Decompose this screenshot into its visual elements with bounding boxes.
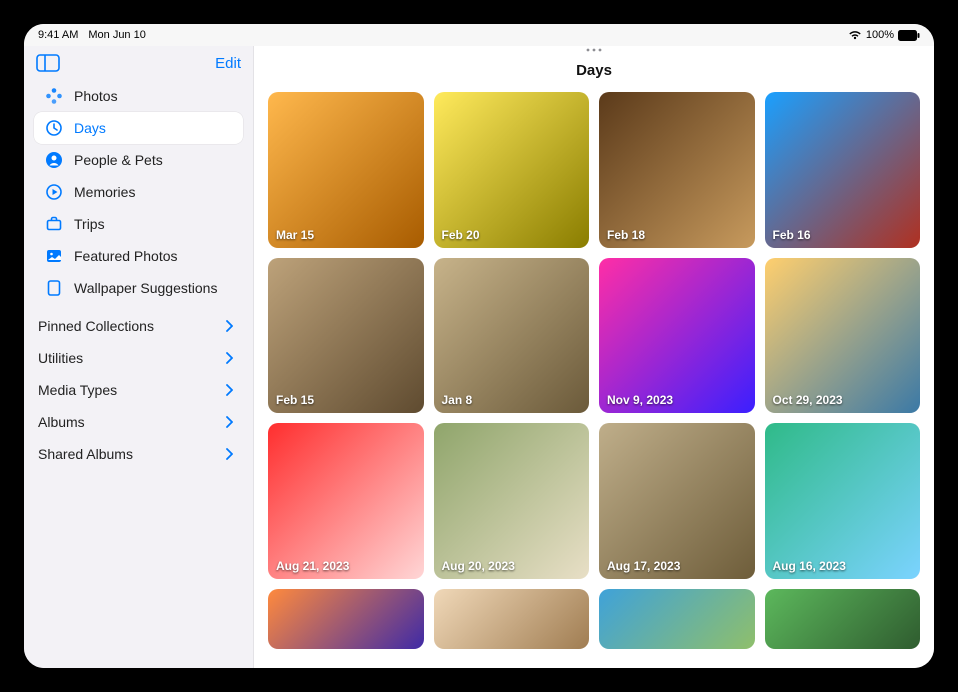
day-tile[interactable] [765, 589, 921, 649]
wifi-icon [848, 30, 862, 40]
day-tile-date: Feb 16 [773, 228, 811, 242]
sidebar-list: Photos Days People & Pets [34, 80, 243, 304]
sidebar-item-label: Photos [74, 88, 118, 104]
memories-icon [44, 182, 64, 202]
chevron-right-icon [225, 320, 237, 332]
day-tile-date: Aug 20, 2023 [442, 559, 515, 573]
day-tile-date: Aug 17, 2023 [607, 559, 680, 573]
day-tile[interactable]: Aug 17, 2023 [599, 423, 755, 579]
sidebar-group-label: Media Types [38, 382, 117, 398]
content-split: Edit Photos Days [24, 46, 934, 668]
sidebar-item-label: Wallpaper Suggestions [74, 280, 217, 296]
day-tile[interactable]: Feb 15 [268, 258, 424, 414]
sidebar-group-shared-albums[interactable]: Shared Albums [34, 438, 243, 470]
device-frame: 9:41 AM Mon Jun 10 100% E [0, 0, 958, 692]
day-tile-date: Jan 8 [442, 393, 473, 407]
day-tile[interactable]: Nov 9, 2023 [599, 258, 755, 414]
page-title: Days [576, 62, 612, 79]
sidebar-item-memories[interactable]: Memories [34, 176, 243, 208]
wallpaper-icon [44, 278, 64, 298]
day-tile[interactable]: Feb 18 [599, 92, 755, 248]
sidebar-item-wallpaper-suggestions[interactable]: Wallpaper Suggestions [34, 272, 243, 304]
days-icon [44, 118, 64, 138]
day-tile[interactable]: Mar 15 [268, 92, 424, 248]
sidebar-group-media-types[interactable]: Media Types [34, 374, 243, 406]
trips-icon [44, 214, 64, 234]
sidebar-item-days[interactable]: Days [34, 112, 243, 144]
featured-icon [44, 246, 64, 266]
sidebar-group-albums[interactable]: Albums [34, 406, 243, 438]
battery-icon [898, 30, 920, 41]
chevron-right-icon [225, 448, 237, 460]
day-tile[interactable] [599, 589, 755, 649]
grid-scroll[interactable]: Mar 15 Feb 20 Feb 18 Feb 16 Feb 15 Jan 8… [254, 86, 934, 668]
main-header: Days [254, 46, 934, 86]
status-bar: 9:41 AM Mon Jun 10 100% [24, 24, 934, 46]
people-icon [44, 150, 64, 170]
day-tile-date: Aug 16, 2023 [773, 559, 846, 573]
day-tile-date: Feb 18 [607, 228, 645, 242]
day-tile[interactable]: Aug 20, 2023 [434, 423, 590, 579]
sidebar-item-label: Trips [74, 216, 105, 232]
sidebar-item-photos[interactable]: Photos [34, 80, 243, 112]
day-tile-date: Mar 15 [276, 228, 314, 242]
status-date: Mon Jun 10 [88, 29, 145, 41]
sidebar-group-label: Shared Albums [38, 446, 133, 462]
status-time: 9:41 AM [38, 29, 78, 41]
day-tile[interactable]: Feb 20 [434, 92, 590, 248]
more-icon[interactable] [584, 46, 604, 56]
sidebar-item-people-pets[interactable]: People & Pets [34, 144, 243, 176]
sidebar-group-pinned-collections[interactable]: Pinned Collections [34, 310, 243, 342]
day-tile-date: Aug 21, 2023 [276, 559, 349, 573]
day-tile[interactable] [434, 589, 590, 649]
sidebar-edit-button[interactable]: Edit [215, 55, 241, 72]
chevron-right-icon [225, 352, 237, 364]
day-tile-date: Feb 15 [276, 393, 314, 407]
sidebar-group-label: Albums [38, 414, 85, 430]
day-tile[interactable]: Jan 8 [434, 258, 590, 414]
day-tile[interactable]: Feb 16 [765, 92, 921, 248]
sidebar-item-label: People & Pets [74, 152, 163, 168]
chevron-right-icon [225, 416, 237, 428]
day-tile[interactable] [268, 589, 424, 649]
sidebar: Edit Photos Days [24, 46, 254, 668]
sidebar-toggle-icon[interactable] [36, 54, 60, 72]
day-tile-date: Nov 9, 2023 [607, 393, 673, 407]
battery-text: 100% [866, 29, 894, 41]
sidebar-item-featured-photos[interactable]: Featured Photos [34, 240, 243, 272]
photos-icon [44, 86, 64, 106]
day-tile[interactable]: Aug 21, 2023 [268, 423, 424, 579]
sidebar-item-trips[interactable]: Trips [34, 208, 243, 240]
chevron-right-icon [225, 384, 237, 396]
screen: 9:41 AM Mon Jun 10 100% E [24, 24, 934, 668]
day-tile-date: Feb 20 [442, 228, 480, 242]
sidebar-item-label: Featured Photos [74, 248, 178, 264]
sidebar-item-label: Memories [74, 184, 135, 200]
main-pane: Days Mar 15 Feb 20 Feb 18 Feb 16 Feb 15 … [254, 46, 934, 668]
sidebar-item-label: Days [74, 120, 106, 136]
day-tile[interactable]: Aug 16, 2023 [765, 423, 921, 579]
day-tile-date: Oct 29, 2023 [773, 393, 843, 407]
sidebar-group-label: Utilities [38, 350, 83, 366]
sidebar-group-label: Pinned Collections [38, 318, 154, 334]
days-grid: Mar 15 Feb 20 Feb 18 Feb 16 Feb 15 Jan 8… [268, 92, 920, 649]
day-tile[interactable]: Oct 29, 2023 [765, 258, 921, 414]
sidebar-group-utilities[interactable]: Utilities [34, 342, 243, 374]
